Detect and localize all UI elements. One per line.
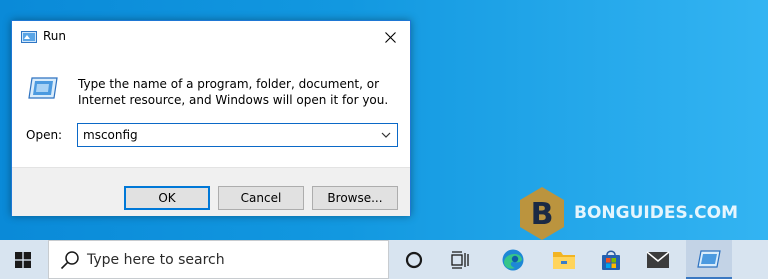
close-icon	[384, 31, 396, 43]
mail-button[interactable]	[635, 240, 681, 279]
taskbar: Type here to search	[0, 240, 768, 279]
dialog-titlebar[interactable]: Run	[12, 21, 410, 53]
task-view-icon	[451, 250, 469, 269]
mail-icon	[646, 250, 670, 268]
close-button[interactable]	[370, 21, 410, 53]
run-taskbar-button[interactable]	[686, 240, 732, 279]
cortana-icon	[405, 251, 423, 268]
start-button[interactable]	[0, 240, 46, 279]
cortana-button[interactable]	[391, 240, 437, 279]
open-label: Open:	[26, 128, 63, 142]
store-button[interactable]	[588, 240, 634, 279]
search-icon	[60, 251, 79, 270]
run-dialog: Run Type the name of a program, folder, …	[11, 20, 411, 216]
open-combobox[interactable]: msconfig	[77, 123, 398, 147]
edge-button[interactable]	[490, 240, 536, 279]
watermark: B BONGUIDES.COM	[518, 186, 738, 242]
bonguides-logo: B	[520, 187, 564, 240]
dialog-title: Run	[43, 29, 67, 43]
ok-button[interactable]: OK	[124, 186, 210, 210]
cancel-button[interactable]: Cancel	[218, 186, 304, 210]
edge-icon	[502, 249, 524, 270]
dialog-button-bar: OK Cancel Browse...	[12, 167, 410, 216]
taskbar-search-box[interactable]: Type here to search	[48, 240, 389, 279]
windows-start-icon	[15, 251, 31, 268]
logo-letter: B	[531, 197, 554, 232]
task-view-button[interactable]	[437, 240, 483, 279]
browse-button[interactable]: Browse...	[312, 186, 398, 210]
run-program-icon	[28, 77, 58, 99]
store-icon	[602, 250, 620, 270]
open-input[interactable]: msconfig	[83, 128, 138, 142]
watermark-text: BONGUIDES.COM	[574, 203, 738, 223]
file-explorer-button[interactable]	[541, 240, 587, 279]
chevron-down-icon[interactable]	[381, 131, 391, 139]
dialog-description: Type the name of a program, folder, docu…	[78, 77, 389, 107]
dialog-content: Type the name of a program, folder, docu…	[12, 53, 410, 167]
run-icon	[21, 31, 37, 43]
run-icon	[697, 249, 721, 268]
file-explorer-icon	[553, 251, 575, 269]
search-placeholder: Type here to search	[87, 252, 225, 268]
